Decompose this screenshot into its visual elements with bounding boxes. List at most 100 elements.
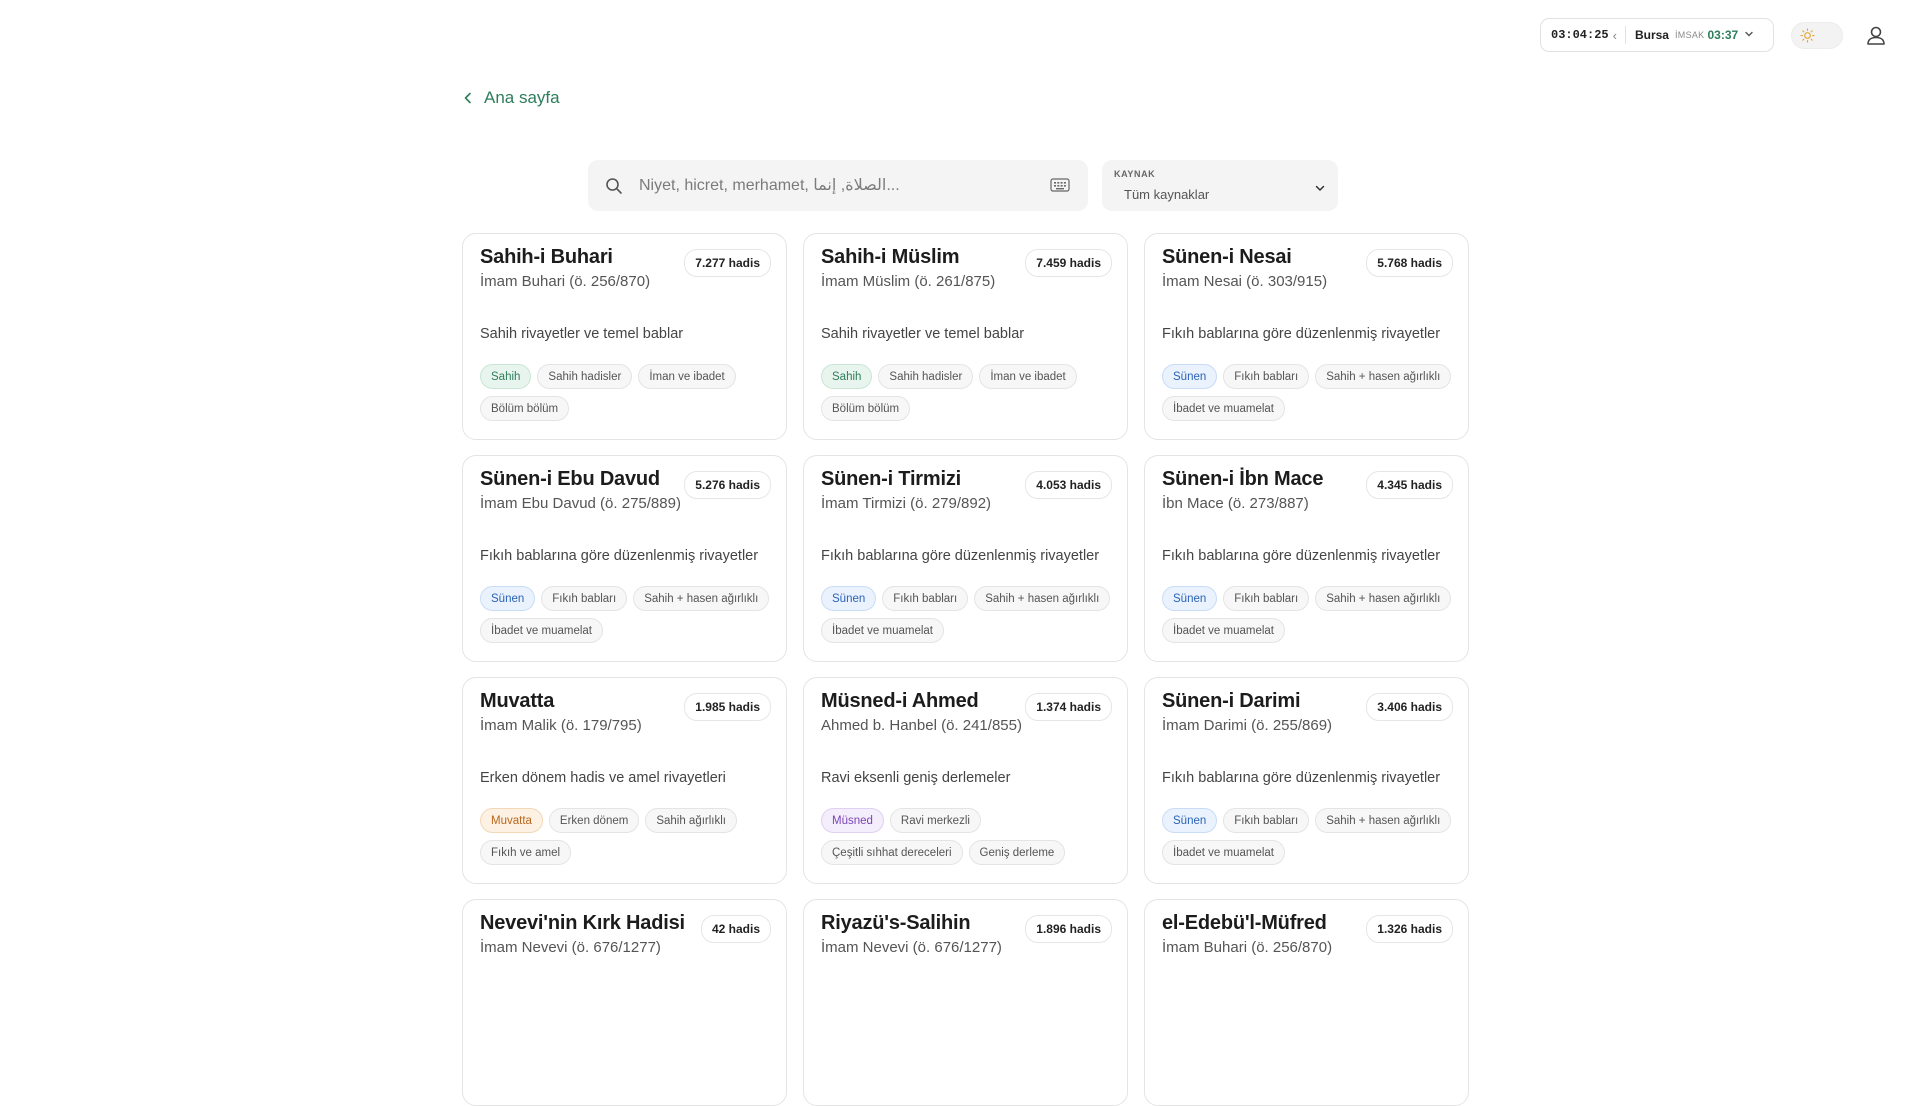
book-card[interactable]: Sünen-i Darimi İmam Darimi (ö. 255/869) 3.… — [1144, 677, 1469, 884]
book-author: İmam Nesai (ö. 303/915) — [1162, 273, 1328, 290]
tag-chip: Sünen — [1162, 808, 1218, 833]
tag-chip: İman ve ibadet — [979, 364, 1077, 389]
tag-chip: Muvatta — [480, 808, 543, 833]
book-title: Muvatta — [480, 690, 555, 712]
back-link[interactable]: Ana sayfa — [462, 88, 560, 108]
book-author: İmam Malik (ö. 179/795) — [480, 717, 642, 734]
city-name: Bursa — [1634, 28, 1669, 42]
tag-chip: Erken dönem — [548, 808, 640, 833]
hadith-count-badge: 1.985 hadis — [684, 693, 771, 721]
book-card[interactable]: Sünen-i Nesai İmam Nesai (ö. 303/915) 5.76… — [1144, 233, 1469, 440]
book-card[interactable]: Nevevi'nin Kırk Hadisi İmam Nevevi (ö. 67… — [462, 899, 787, 1106]
book-author: İmam Müslim (ö. 261/875) — [821, 273, 996, 290]
book-card[interactable]: el-Edebü'l-Müfred İmam Buhari (ö. 256/870… — [1144, 899, 1469, 1106]
sun-icon — [1800, 28, 1815, 43]
tag-chip: İbadet ve muamelat — [1162, 396, 1286, 421]
prayer-time-widget[interactable]: 03:04:25 ‹ Bursa İMSAK 03:37 — [1540, 18, 1774, 52]
book-author: İmam Buhari (ö. 256/870) — [1162, 939, 1333, 956]
tag-list: Sahih Sahih hadisler İman ve ibadet Bölüm b… — [821, 364, 1121, 421]
hadith-count-badge: 5.768 hadis — [1366, 249, 1453, 277]
tag-chip: Sahih + hasen ağırlıklı — [1315, 364, 1452, 389]
tag-chip: Sahih + hasen ağırlıklı — [1315, 808, 1452, 833]
user-icon[interactable] — [1862, 22, 1890, 50]
book-card[interactable]: Sünen-i Ebu Davud İmam Ebu Davud (ö. 275/… — [462, 455, 787, 662]
tag-chip: Sahih hadisler — [537, 364, 633, 389]
hadith-count-badge: 3.406 hadis — [1366, 693, 1453, 721]
book-title: Sünen-i Nesai — [1162, 246, 1292, 268]
book-author: İmam Nevevi (ö. 676/1277) — [480, 939, 661, 956]
book-description: Fıkıh bablarına göre düzenlenmiş rivayet… — [480, 548, 759, 564]
hadith-count-badge: 7.277 hadis — [684, 249, 771, 277]
tag-list: Sünen Fıkıh babları Sahih + hasen ağırlıkl… — [1162, 808, 1462, 865]
book-card[interactable]: Sahih-i Müslim İmam Müslim (ö. 261/875) 7.… — [803, 233, 1128, 440]
tag-chip: Ravi merkezli — [889, 808, 981, 833]
search-input[interactable] — [637, 175, 1041, 196]
divider — [1624, 26, 1626, 44]
source-select[interactable]: KAYNAK Tüm kaynaklar — [1102, 160, 1338, 211]
back-link-label: Ana sayfa — [484, 88, 560, 107]
book-author: İbn Mace (ö. 273/887) — [1162, 495, 1309, 512]
hadith-count-badge: 5.276 hadis — [684, 471, 771, 499]
book-description: Erken dönem hadis ve amel rivayetleri — [480, 770, 726, 786]
book-title: Müsned-i Ahmed — [821, 690, 979, 712]
book-card[interactable]: Müsned-i Ahmed Ahmed b. Hanbel (ö. 241/85… — [803, 677, 1128, 884]
tag-chip: İbadet ve muamelat — [480, 618, 604, 643]
tag-chip: İman ve ibadet — [638, 364, 736, 389]
tag-chip: Fıkıh babları — [882, 586, 969, 611]
prayer-time: 03:37 — [1707, 28, 1739, 42]
chevron-left-icon[interactable]: ‹ — [1613, 28, 1617, 43]
book-author: Ahmed b. Hanbel (ö. 241/855) — [821, 717, 1022, 734]
book-description: Sahih rivayetler ve temel bablar — [821, 326, 1025, 342]
book-description: Fıkıh bablarına göre düzenlenmiş rivayet… — [821, 548, 1100, 564]
book-author: İmam Tirmizi (ö. 279/892) — [821, 495, 992, 512]
hadith-count-badge: 1.326 hadis — [1366, 915, 1453, 943]
tag-chip: İbadet ve muamelat — [821, 618, 945, 643]
tag-chip: Fıkıh babları — [1223, 586, 1310, 611]
tag-chip: Müsned — [821, 808, 884, 833]
book-card[interactable]: Sahih-i Buhari İmam Buhari (ö. 256/870) 7.… — [462, 233, 787, 440]
book-card[interactable]: Sünen-i Tirmizi İmam Tirmizi (ö. 279/892)… — [803, 455, 1128, 662]
tag-chip: Sahih + hasen ağırlıklı — [1315, 586, 1452, 611]
book-card[interactable]: Sünen-i İbn Mace İbn Mace (ö. 273/887) 4.3… — [1144, 455, 1469, 662]
hadith-count-badge: 42 hadis — [700, 915, 771, 943]
book-title: Sünen-i İbn Mace — [1162, 468, 1324, 490]
hadith-count-badge: 1.896 hadis — [1025, 915, 1112, 943]
prayer-label: İMSAK — [1674, 30, 1705, 40]
tag-chip: Sünen — [1162, 586, 1218, 611]
book-description: Fıkıh bablarına göre düzenlenmiş rivayet… — [1162, 326, 1441, 342]
tag-chip: Çeşitli sıhhat dereceleri — [821, 840, 963, 865]
book-author: İmam Ebu Davud (ö. 275/889) — [480, 495, 681, 512]
hadith-count-badge: 4.345 hadis — [1366, 471, 1453, 499]
book-title: Nevevi'nin Kırk Hadisi — [480, 912, 685, 934]
theme-toggle[interactable] — [1791, 22, 1843, 49]
tag-chip: Fıkıh babları — [1223, 808, 1310, 833]
tag-list: Müsned Ravi merkezli Çeşitli sıhhat derece… — [821, 808, 1121, 865]
tag-chip: İbadet ve muamelat — [1162, 840, 1286, 865]
tag-chip: Bölüm bölüm — [821, 396, 911, 421]
search-box[interactable] — [588, 160, 1088, 211]
keyboard-icon[interactable] — [1050, 178, 1070, 192]
tag-chip: Bölüm bölüm — [480, 396, 570, 421]
hadith-count-badge: 7.459 hadis — [1025, 249, 1112, 277]
source-select-label: KAYNAK — [1114, 169, 1156, 179]
book-author: İmam Buhari (ö. 256/870) — [480, 273, 651, 290]
tag-chip: Sahih — [480, 364, 532, 389]
book-title: el-Edebü'l-Müfred — [1162, 912, 1327, 934]
book-card[interactable]: Riyazü's-Salihin İmam Nevevi (ö. 676/1277… — [803, 899, 1128, 1106]
hadith-count-badge: 4.053 hadis — [1025, 471, 1112, 499]
tag-list: Sahih Sahih hadisler İman ve ibadet Bölüm b… — [480, 364, 780, 421]
tag-chip: Sahih + hasen ağırlıklı — [633, 586, 770, 611]
tag-list: Sünen Fıkıh babları Sahih + hasen ağırlıkl… — [1162, 586, 1462, 643]
book-title: Sünen-i Ebu Davud — [480, 468, 660, 490]
tag-list: Sünen Fıkıh babları Sahih + hasen ağırlıkl… — [821, 586, 1121, 643]
book-card[interactable]: Muvatta İmam Malik (ö. 179/795) 1.985 hadi… — [462, 677, 787, 884]
book-title: Riyazü's-Salihin — [821, 912, 971, 934]
chevron-down-icon[interactable] — [1744, 29, 1754, 42]
tag-chip: İbadet ve muamelat — [1162, 618, 1286, 643]
tag-chip: Fıkıh ve amel — [480, 840, 572, 865]
tag-chip: Sünen — [821, 586, 877, 611]
tag-chip: Sünen — [1162, 364, 1218, 389]
tag-chip: Sahih — [821, 364, 873, 389]
book-author: İmam Darimi (ö. 255/869) — [1162, 717, 1333, 734]
tag-chip: Sünen — [480, 586, 536, 611]
